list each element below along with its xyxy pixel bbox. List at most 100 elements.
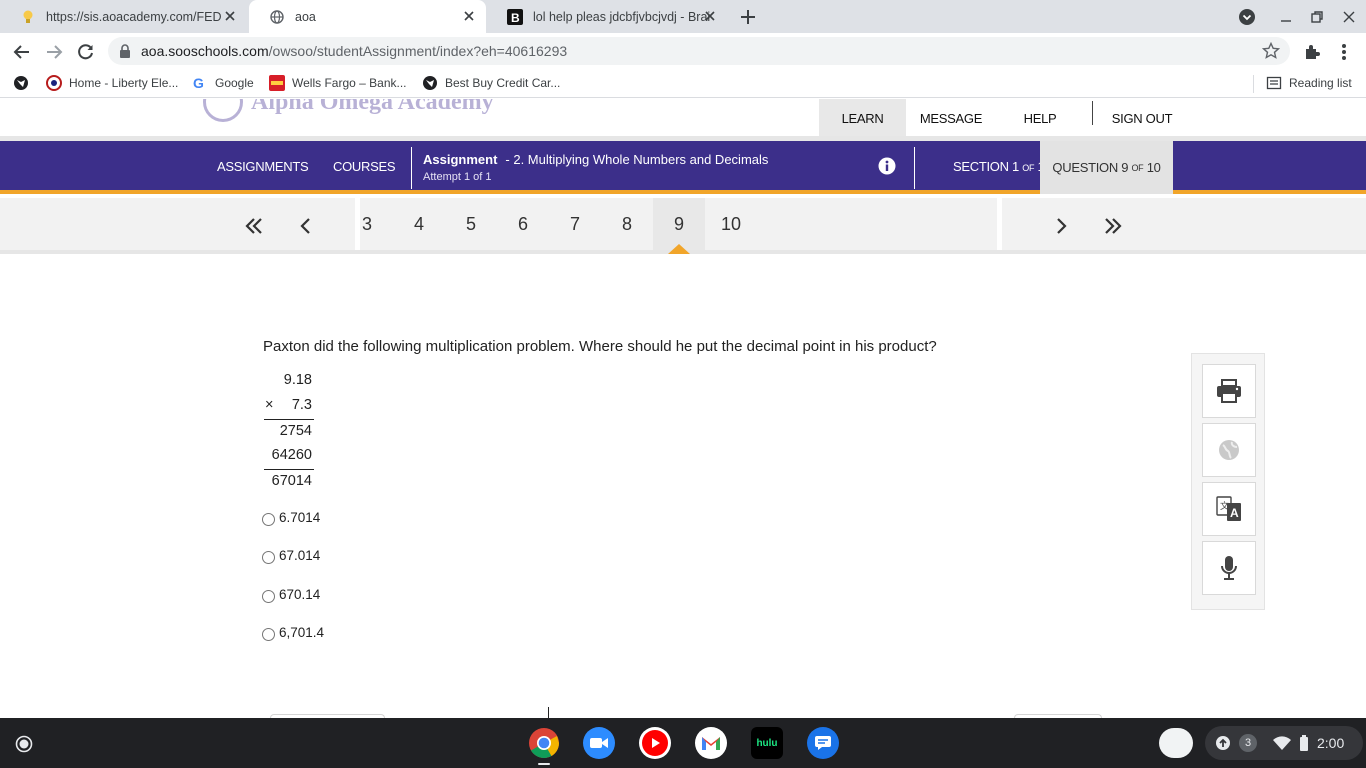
courses-link[interactable]: COURSES	[333, 159, 396, 174]
radio-button[interactable]	[262, 551, 275, 564]
liberty-icon	[46, 75, 62, 91]
language-button[interactable]	[1202, 423, 1256, 477]
bookmark-wellsfargo[interactable]: Wells Fargo – Bank...	[269, 75, 407, 91]
browser-toolbar: aoa.sooschools.com/owsoo/studentAssignme…	[0, 33, 1366, 70]
bookmark-liberty[interactable]: Home - Liberty Ele...	[46, 75, 178, 91]
print-button[interactable]	[1202, 364, 1256, 418]
notification-count: 3	[1239, 734, 1257, 752]
back-icon[interactable]	[11, 41, 33, 63]
restore-icon[interactable]	[1308, 8, 1326, 26]
page-content: Alpha Omega Academy LEARN MESSAGE HELP S…	[0, 99, 1366, 718]
reload-icon[interactable]	[75, 41, 97, 63]
info-icon[interactable]	[878, 157, 896, 175]
partial-product-1: 2754	[264, 419, 314, 444]
answer-label: 670.14	[279, 587, 321, 602]
close-icon[interactable]	[703, 9, 717, 23]
question-number-6[interactable]: 6	[497, 198, 549, 250]
bookmark-google[interactable]: G Google	[192, 75, 254, 91]
battery-icon	[1300, 735, 1308, 751]
radio-button[interactable]	[262, 513, 275, 526]
new-tab-icon[interactable]	[737, 6, 759, 28]
youtube-icon[interactable]	[639, 727, 671, 759]
upload-icon	[1216, 736, 1230, 750]
answer-option[interactable]: 6,701.4	[262, 624, 324, 641]
hulu-label: hulu	[756, 737, 778, 749]
assignment-title: Assignment - 2. Multiplying Whole Numbers…	[423, 152, 769, 167]
product: 67014	[264, 469, 314, 494]
close-window-icon[interactable]	[1340, 8, 1358, 26]
answer-option[interactable]: 6.7014	[262, 509, 320, 526]
question-number-7[interactable]: 7	[549, 198, 601, 250]
section-indicator: SECTION 1 OF 1	[953, 159, 1045, 174]
avatar[interactable]	[1159, 728, 1193, 758]
status-tray[interactable]: 3 2:00	[1205, 726, 1363, 760]
question-number-3[interactable]: 3	[341, 198, 393, 250]
menu-kebab-icon[interactable]	[1333, 41, 1355, 63]
question-number-8[interactable]: 8	[601, 198, 653, 250]
radio-button[interactable]	[262, 628, 275, 641]
bookmark-star-icon[interactable]	[1262, 42, 1280, 60]
microphone-icon	[1221, 556, 1237, 580]
globe-icon	[13, 75, 29, 91]
nav-message[interactable]: MESSAGE	[906, 99, 996, 137]
translate-icon: 文A	[1216, 496, 1241, 521]
bookmark-apps[interactable]	[13, 75, 29, 91]
question-number-4[interactable]: 4	[393, 198, 445, 250]
first-question-icon[interactable]	[242, 214, 266, 238]
answer-option[interactable]: 67.014	[262, 547, 320, 564]
close-icon[interactable]	[462, 9, 476, 23]
extensions-icon[interactable]	[1301, 41, 1323, 63]
nav-sign-out[interactable]: SIGN OUT	[1104, 99, 1180, 137]
last-question-icon[interactable]	[1101, 214, 1125, 238]
assignments-link[interactable]: ASSIGNMENTS	[217, 159, 309, 174]
site-top-nav: Alpha Omega Academy LEARN MESSAGE HELP S…	[0, 99, 1366, 137]
question-number-9[interactable]: 9	[653, 198, 705, 250]
clock: 2:00	[1317, 735, 1345, 751]
text-cursor	[548, 707, 549, 718]
tab-search-icon[interactable]	[1238, 8, 1256, 26]
wifi-icon	[1273, 736, 1291, 750]
question-number-10[interactable]: 10	[705, 198, 757, 250]
browser-tab-brainly[interactable]: B lol help pleas jdcbfjvbcjvdj - Brai	[487, 0, 727, 33]
gmail-icon[interactable]	[695, 727, 727, 759]
read-aloud-button[interactable]	[1202, 541, 1256, 595]
tab-strip: https://sis.aoacademy.com/FED aoa B lol …	[0, 0, 1366, 33]
radio-button[interactable]	[262, 590, 275, 603]
print-icon	[1217, 379, 1241, 403]
question-navigator: 3 4 5 6 7 8 9 10	[0, 198, 1366, 254]
question-indicator: QUESTION 9 OF 10	[1040, 141, 1173, 194]
url-text[interactable]: aoa.sooschools.com/owsoo/studentAssignme…	[141, 43, 567, 59]
next-question-icon[interactable]	[1049, 214, 1073, 238]
previous-question-icon[interactable]	[294, 214, 318, 238]
svg-text:文: 文	[1220, 500, 1229, 511]
hulu-icon[interactable]: hulu	[751, 727, 783, 759]
answer-option[interactable]: 670.14	[262, 586, 320, 603]
tools-panel: 文A	[1191, 353, 1265, 610]
nav-help[interactable]: HELP	[1006, 99, 1074, 137]
messages-icon[interactable]	[807, 727, 839, 759]
google-icon: G	[192, 75, 208, 91]
address-bar[interactable]: aoa.sooschools.com/owsoo/studentAssignme…	[108, 37, 1290, 65]
forward-icon[interactable]	[43, 41, 65, 63]
minimize-icon[interactable]	[1277, 8, 1295, 26]
browser-tab-sis[interactable]: https://sis.aoacademy.com/FED	[0, 0, 247, 33]
reading-list-button[interactable]: Reading list	[1266, 75, 1352, 91]
brainly-icon: B	[507, 8, 523, 25]
question-number-5[interactable]: 5	[445, 198, 497, 250]
nav-divider	[1092, 101, 1093, 125]
site-logo[interactable]: Alpha Omega Academy	[203, 99, 503, 122]
translate-button[interactable]: 文A	[1202, 482, 1256, 536]
launcher-icon[interactable]	[12, 732, 36, 756]
browser-tab-aoa[interactable]: aoa	[249, 0, 486, 33]
times-sign: ×	[265, 397, 274, 413]
close-icon[interactable]	[223, 9, 237, 23]
multiplier: 7.3	[291, 397, 312, 413]
bookmark-bestbuy[interactable]: Best Buy Credit Car...	[422, 75, 560, 91]
lock-icon[interactable]	[119, 44, 131, 58]
zoom-icon[interactable]	[583, 727, 615, 759]
answer-label: 6,701.4	[279, 625, 325, 640]
globe-icon	[1219, 440, 1239, 460]
nav-learn[interactable]: LEARN	[819, 99, 906, 137]
chrome-icon[interactable]	[528, 727, 560, 759]
bookmarks-bar: Home - Liberty Ele... G Google Wells Far…	[0, 70, 1366, 98]
